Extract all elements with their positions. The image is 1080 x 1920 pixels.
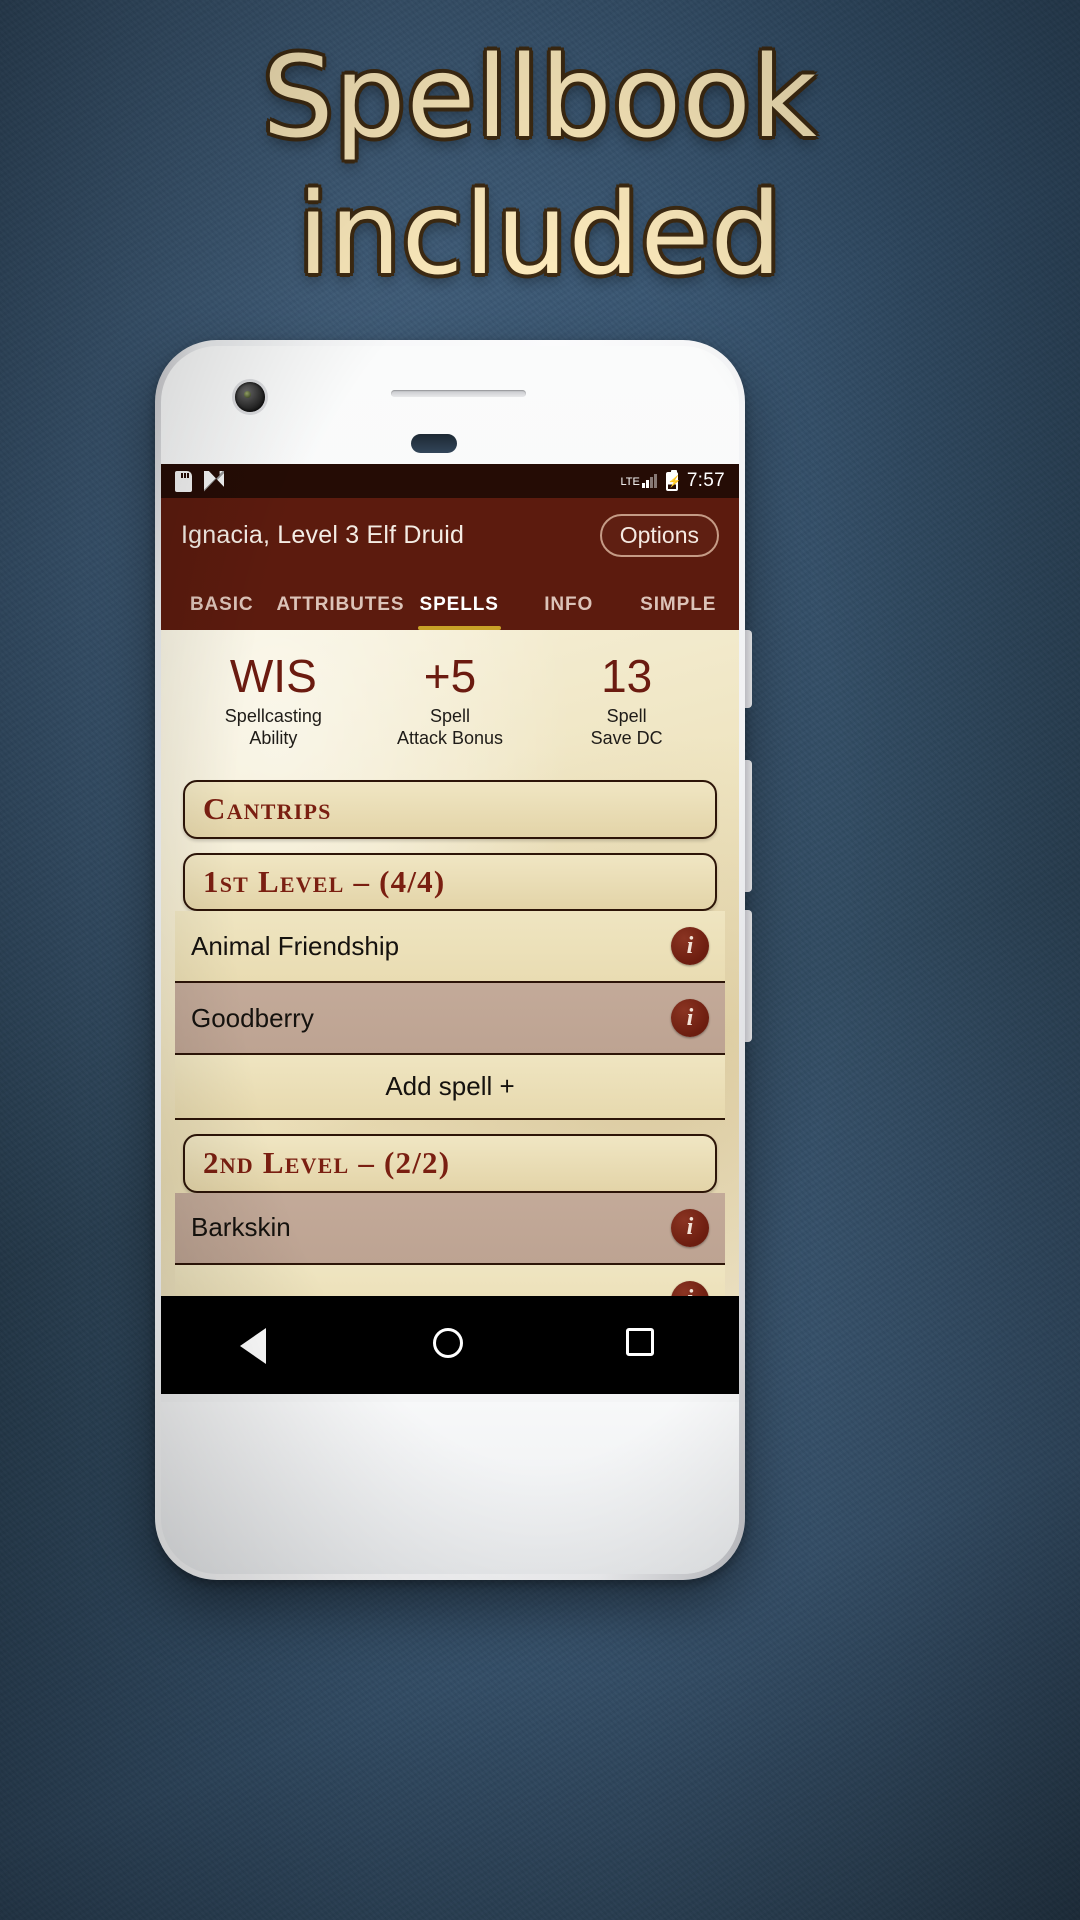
options-button[interactable]: Options <box>599 513 719 557</box>
spell-row[interactable]: Animal Friendship i <box>175 911 725 984</box>
info-icon[interactable]: i <box>671 1208 709 1247</box>
recents-square-icon[interactable] <box>625 1328 660 1362</box>
stat-value: WIS <box>229 650 317 702</box>
stat-label: Spellcasting Ability <box>185 706 362 750</box>
front-camera <box>235 382 265 412</box>
stat-label-line1: Spellcasting <box>224 706 322 727</box>
signal-bars-icon <box>641 474 657 488</box>
stat-value: +5 <box>423 650 477 702</box>
promo-headline: Spellbook included <box>0 30 1080 303</box>
promo-line-1: Spellbook <box>262 33 818 163</box>
tab-info[interactable]: INFO <box>514 594 624 630</box>
android-n-icon <box>204 470 224 492</box>
add-spell-button[interactable]: Add spell + <box>175 1055 725 1121</box>
network-indicator: LTE <box>620 474 657 488</box>
section-title: 2nd Level – (2/2) <box>203 1145 451 1181</box>
stat-label-line1: Spell <box>429 706 471 727</box>
phone-mockup: LTE 7:57 Ignacia, Level 3 Elf Druid Opti… <box>155 340 752 1580</box>
power-button[interactable] <box>745 630 752 708</box>
app-bar: Ignacia, Level 3 Elf Druid Options BASIC… <box>161 498 739 630</box>
info-icon[interactable]: i <box>671 927 709 966</box>
lte-label: LTE <box>620 476 640 488</box>
status-bar: LTE 7:57 <box>161 464 739 498</box>
stat-label-line1: Spell <box>606 706 647 727</box>
home-circle-icon[interactable] <box>432 1328 467 1362</box>
stat-label-line2: Attack Bonus <box>396 728 504 749</box>
stat-label: Spell Attack Bonus <box>362 706 539 750</box>
info-icon[interactable]: i <box>671 999 709 1038</box>
volume-up-button[interactable] <box>745 760 752 892</box>
spells-content[interactable]: WIS Spellcasting Ability +5 Spell Attack… <box>161 630 739 1394</box>
section-header-second-level[interactable]: 2nd Level – (2/2) <box>183 1134 717 1193</box>
battery-charging-icon <box>665 469 678 491</box>
android-nav-bar <box>161 1296 739 1394</box>
volume-down-button[interactable] <box>745 910 752 1042</box>
stat-spell-attack-bonus: +5 Spell Attack Bonus <box>362 652 539 750</box>
spell-list-first-level: Animal Friendship i Goodberry i Add spel… <box>175 911 725 1121</box>
stat-label: Spell Save DC <box>538 706 715 750</box>
character-title: Ignacia, Level 3 Elf Druid <box>181 520 465 549</box>
tab-spells[interactable]: SPELLS <box>404 594 514 630</box>
tab-basic[interactable]: BASIC <box>167 594 277 630</box>
stat-label-line2: Save DC <box>590 728 663 749</box>
phone-chin <box>161 1402 739 1574</box>
stat-spell-save-dc: 13 Spell Save DC <box>538 652 715 750</box>
tab-attributes[interactable]: ATTRIBUTES <box>277 594 405 630</box>
spell-name: Animal Friendship <box>191 930 400 961</box>
stat-value: 13 <box>601 650 653 702</box>
sd-card-icon <box>175 470 192 492</box>
stat-label-line2: Ability <box>249 728 298 749</box>
spell-row[interactable]: Barkskin i <box>175 1192 725 1265</box>
tab-bar: BASIC ATTRIBUTES SPELLS INFO SIMPLE <box>161 572 739 630</box>
proximity-sensor <box>411 434 457 453</box>
section-title: 1st Level – (4/4) <box>203 863 446 899</box>
status-clock: 7:57 <box>686 470 725 491</box>
section-header-cantrips[interactable]: Cantrips <box>183 780 717 839</box>
section-first-level: 1st Level – (4/4) <box>161 852 739 912</box>
spell-name: Goodberry <box>191 1002 314 1033</box>
section-header-first-level[interactable]: 1st Level – (4/4) <box>183 852 717 912</box>
spellcasting-stats: WIS Spellcasting Ability +5 Spell Attack… <box>161 630 739 766</box>
section-title: Cantrips <box>203 791 332 827</box>
phone-screen: LTE 7:57 Ignacia, Level 3 Elf Druid Opti… <box>161 464 739 1394</box>
spell-row[interactable]: Goodberry i <box>175 983 725 1056</box>
section-second-level: 2nd Level – (2/2) <box>161 1134 739 1193</box>
spell-name: Barkskin <box>191 1212 291 1243</box>
section-cantrips: Cantrips <box>161 780 739 839</box>
back-triangle-icon[interactable] <box>240 1328 274 1364</box>
earpiece-speaker <box>391 390 526 397</box>
promo-line-2: included <box>297 169 783 300</box>
stat-spellcasting-ability: WIS Spellcasting Ability <box>185 652 362 750</box>
tab-simple[interactable]: SIMPLE <box>623 594 733 630</box>
